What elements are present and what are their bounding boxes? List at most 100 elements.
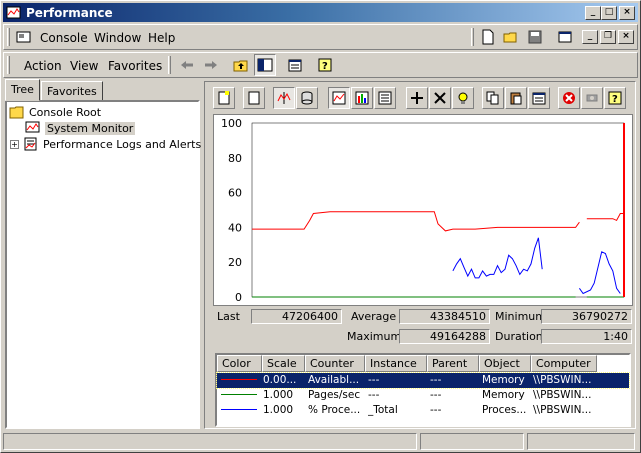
properties-icon	[532, 92, 546, 105]
col-color[interactable]: Color	[217, 355, 262, 372]
y-tick-label: 20	[228, 256, 242, 269]
parent-cell: ---	[430, 389, 442, 401]
delete-counter-button[interactable]	[429, 87, 451, 109]
forward-arrow-icon[interactable]	[200, 54, 222, 76]
line-chart: 100 80 60 40 20 0	[221, 117, 625, 304]
view-log-data-button[interactable]	[296, 87, 318, 109]
view-graph-button[interactable]	[328, 87, 350, 109]
instance-cell: ---	[368, 374, 380, 386]
save-icon[interactable]	[524, 26, 546, 48]
maximum-label: Maximum	[347, 330, 402, 343]
update-data-button[interactable]	[581, 87, 603, 109]
minimize-button[interactable]: _	[585, 6, 601, 20]
toolbar-grip[interactable]	[471, 28, 474, 46]
expand-plus-icon[interactable]: +	[10, 139, 19, 149]
tree-tabs: Tree Favorites	[5, 79, 200, 101]
object-cell: Proces...	[482, 404, 527, 416]
lightbulb-icon	[458, 92, 468, 104]
paste-counter-list-button[interactable]	[505, 87, 527, 109]
status-pane	[527, 433, 635, 450]
x-delete-icon	[434, 92, 446, 104]
clear-display-icon	[248, 91, 260, 105]
plus-icon	[411, 92, 423, 104]
menu-action[interactable]: Action	[24, 59, 62, 73]
col-instance[interactable]: Instance	[365, 355, 427, 372]
toolbar-grip[interactable]	[168, 56, 171, 74]
sm-properties-button[interactable]	[528, 87, 550, 109]
tree-item-console-root[interactable]: Console Root	[9, 104, 101, 120]
open-folder-icon[interactable]	[500, 26, 522, 48]
view-current-activity-button[interactable]	[273, 87, 295, 109]
view-histogram-button[interactable]	[351, 87, 373, 109]
menu-view[interactable]: View	[70, 59, 98, 73]
console-icon	[13, 26, 35, 48]
object-cell: Memory	[482, 389, 525, 401]
col-object[interactable]: Object	[479, 355, 531, 372]
view-report-button[interactable]	[374, 87, 396, 109]
graph-view-icon	[332, 91, 346, 105]
col-counter[interactable]: Counter	[305, 355, 365, 372]
tree-item-system-monitor[interactable]: System Monitor	[25, 120, 136, 136]
new-counter-set-button[interactable]	[213, 87, 235, 109]
freeze-display-button[interactable]	[558, 87, 580, 109]
child-minimize-button[interactable]: _	[582, 30, 598, 44]
properties-icon[interactable]	[284, 54, 306, 76]
parent-cell: ---	[430, 404, 442, 416]
copy-properties-button[interactable]	[482, 87, 504, 109]
col-computer[interactable]: Computer	[531, 355, 597, 372]
console-tree-pane: Tree Favorites Console Root System Monit…	[5, 79, 201, 429]
back-arrow-icon[interactable]	[176, 54, 198, 76]
y-tick-label: 40	[228, 221, 242, 234]
computer-cell: \\PBSWIN...	[533, 374, 592, 386]
last-value: 47206400	[251, 309, 342, 324]
minimum-value: 36790272	[541, 309, 632, 324]
average-value: 43384510	[399, 309, 490, 324]
legend-row[interactable]: 0.00... Availabl... --- --- Memory \\PBS…	[216, 372, 630, 389]
folder-icon	[9, 105, 25, 119]
scale-cell: 1.000	[263, 389, 294, 401]
child-close-button[interactable]: ×	[618, 30, 634, 44]
duration-value: 1:40	[541, 329, 632, 344]
clear-display-button[interactable]	[243, 87, 265, 109]
legend-row[interactable]: 1.000 % Proce... _Total --- Proces... \\…	[217, 403, 629, 418]
performance-graph[interactable]: 100 80 60 40 20 0	[213, 114, 633, 306]
tree-item-performance-logs[interactable]: + Performance Logs and Alerts	[10, 136, 201, 152]
close-button[interactable]: ×	[619, 6, 635, 20]
new-window-icon[interactable]	[554, 26, 576, 48]
svg-text:?: ?	[322, 61, 328, 72]
counter-cell: % Proce...	[308, 404, 361, 416]
performance-app-icon	[6, 5, 22, 21]
title-bar[interactable]: Performance _ □ ×	[3, 3, 638, 22]
help-icon: ?	[608, 91, 622, 105]
tab-favorites[interactable]: Favorites	[41, 81, 103, 101]
average-label: Average	[351, 310, 397, 323]
tab-tree[interactable]: Tree	[5, 79, 40, 101]
console-tree: Console Root System Monitor + Performanc…	[5, 100, 201, 429]
maximize-button[interactable]: □	[601, 6, 617, 20]
object-cell: Memory	[482, 374, 525, 386]
menu-favorites[interactable]: Favorites	[108, 59, 162, 73]
highlight-button[interactable]	[452, 87, 474, 109]
system-monitor-icon	[25, 121, 41, 135]
up-one-level-icon[interactable]	[230, 54, 252, 76]
system-monitor-toolbar: ?	[213, 87, 633, 111]
child-restore-button[interactable]: ❐	[600, 30, 616, 44]
add-counter-button[interactable]	[406, 87, 428, 109]
new-file-icon[interactable]	[477, 26, 499, 48]
help-icon[interactable]: ?	[314, 54, 336, 76]
toolbar-grip[interactable]	[7, 28, 10, 46]
col-scale[interactable]: Scale	[262, 355, 305, 372]
legend-row[interactable]: 1.000 Pages/sec --- --- Memory \\PBSWIN.…	[217, 388, 629, 403]
menu-window[interactable]: Window	[94, 31, 141, 45]
counter-legend[interactable]: Color Scale Counter Instance Parent Obje…	[215, 353, 631, 427]
series-color-swatch	[221, 379, 257, 380]
scale-cell: 0.00...	[263, 374, 297, 386]
svg-text:?: ?	[612, 94, 618, 105]
menu-console[interactable]: Console	[40, 31, 88, 45]
toolbar-grip[interactable]	[7, 56, 10, 74]
col-parent[interactable]: Parent	[427, 355, 479, 372]
status-bar	[3, 431, 638, 451]
show-hide-tree-icon[interactable]	[254, 54, 276, 76]
menu-help[interactable]: Help	[148, 31, 175, 45]
sm-help-button[interactable]: ?	[604, 87, 626, 109]
